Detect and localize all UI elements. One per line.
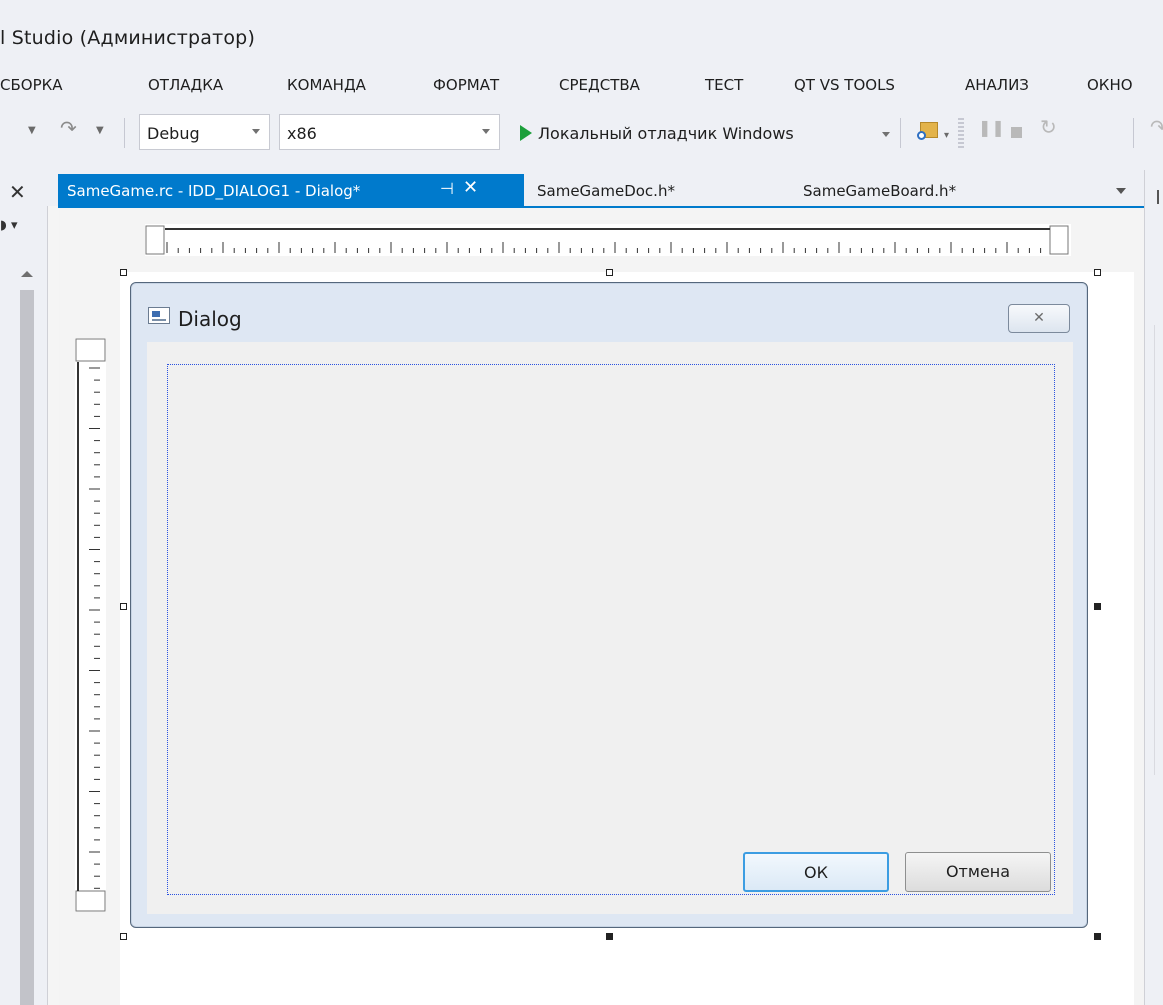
resize-handle-top-left[interactable] [120,269,127,276]
run-label: Локальный отладчик Windows [538,124,794,143]
dialog-close-button[interactable]: ✕ [1008,304,1070,333]
menu-bar: СБОРКА ОТЛАДКА КОМАНДА ФОРМАТ СРЕДСТВА Т… [0,76,1163,102]
left-panel-scrollbar[interactable] [20,290,34,1005]
ok-button[interactable]: ОК [743,852,889,892]
resize-handle-top[interactable] [606,269,613,276]
tab-samegamedoc[interactable]: SameGameDoc.h* [528,174,778,206]
pause-icon[interactable]: ❚❚ [978,118,1005,137]
restart-icon[interactable]: ↻ [1040,115,1057,139]
redo-icon[interactable]: ↷ [60,116,77,140]
resize-handle-bottom-left[interactable] [120,933,127,940]
menu-format[interactable]: ФОРМАТ [433,76,499,94]
dialog-titlebar: Dialog ✕ [131,283,1087,339]
resize-handle-right[interactable] [1094,603,1101,610]
tab-samegameboard[interactable]: SameGameBoard.h* [794,174,1094,206]
scroll-up-icon[interactable] [21,271,33,277]
toolbar-separator [1133,118,1134,148]
redo-dropdown-icon[interactable]: ▼ [96,125,104,136]
left-panel-dropdown[interactable]: ◗ ▾ [0,218,18,233]
window-title: l Studio (Администратор) [0,27,256,49]
resize-handle-left[interactable] [120,603,127,610]
close-icon: ✕ [1033,310,1045,326]
menu-window[interactable]: ОКНО [1087,76,1133,94]
configuration-value: Debug [147,124,200,143]
stop-icon[interactable] [1011,127,1022,138]
menu-qt-vs-tools[interactable]: QT VS TOOLS [794,76,895,94]
cancel-button[interactable]: Отмена [905,852,1051,892]
menu-test[interactable]: ТЕСТ [705,76,743,94]
resize-handle-bottom-right[interactable] [1094,933,1101,940]
right-panel-marker [1157,190,1159,204]
tab-label: SameGameDoc.h* [537,182,675,200]
menu-debug[interactable]: ОТЛАДКА [148,76,223,94]
close-icon[interactable]: ✕ [463,177,478,198]
dialog-client-area: ОК Отмена [147,342,1073,914]
configuration-select[interactable]: Debug [139,114,270,150]
chevron-down-icon [482,129,490,134]
toolbar-options-icon[interactable]: ▾ [944,130,949,141]
panel-divider[interactable] [47,206,59,1005]
dialog-title: Dialog [178,307,242,331]
tab-overflow-icon[interactable] [1116,188,1126,194]
debug-toolbar: ▾ ❚❚ ↻ ↷ [895,108,1163,158]
toolbar-separator [124,118,125,148]
left-tool-panel: ✕ ◗ ▾ [0,170,44,1005]
menu-build[interactable]: СБОРКА [0,76,63,94]
platform-select[interactable]: x86 [279,114,500,150]
platform-value: x86 [287,124,317,143]
step-icon[interactable]: ↷ [1150,115,1163,139]
menu-tools[interactable]: СРЕДСТВА [559,76,640,94]
window-icon [148,307,170,324]
tab-label: SameGameBoard.h* [803,182,957,200]
play-icon [520,125,532,141]
pin-icon[interactable]: ⊣ [440,179,454,198]
chevron-down-icon[interactable] [882,132,890,137]
tab-label: SameGame.rc - IDD_DIALOG1 - Dialog* [67,182,361,200]
toolbar-separator [900,118,901,148]
dialog-margin-guide [167,364,1055,895]
find-in-files-icon[interactable] [917,122,938,140]
menu-team[interactable]: КОМАНДА [287,76,366,94]
right-panel-divider [1154,325,1155,775]
vertical-ruler-ticks [75,338,106,912]
dialog-preview[interactable]: Dialog ✕ ОК Отмена [130,282,1088,928]
chevron-down-icon [252,129,260,134]
undo-dropdown-icon[interactable]: ▼ [28,125,36,136]
resize-handle-top-right[interactable] [1094,269,1101,276]
close-icon[interactable]: ✕ [9,180,26,204]
start-debugging-button[interactable]: Локальный отладчик Windows [518,117,898,151]
menu-analyze[interactable]: АНАЛИЗ [965,76,1029,94]
vertical-ruler[interactable] [75,338,106,912]
horizontal-ruler-ticks [145,225,1069,255]
horizontal-ruler[interactable] [145,224,1071,256]
resize-handle-bottom[interactable] [606,933,613,940]
document-tabs: SameGame.rc - IDD_DIALOG1 - Dialog* ⊣ ✕ … [58,174,1144,208]
grip-icon [958,118,964,148]
tab-dialog-resource[interactable]: SameGame.rc - IDD_DIALOG1 - Dialog* ⊣ ✕ [58,174,524,206]
